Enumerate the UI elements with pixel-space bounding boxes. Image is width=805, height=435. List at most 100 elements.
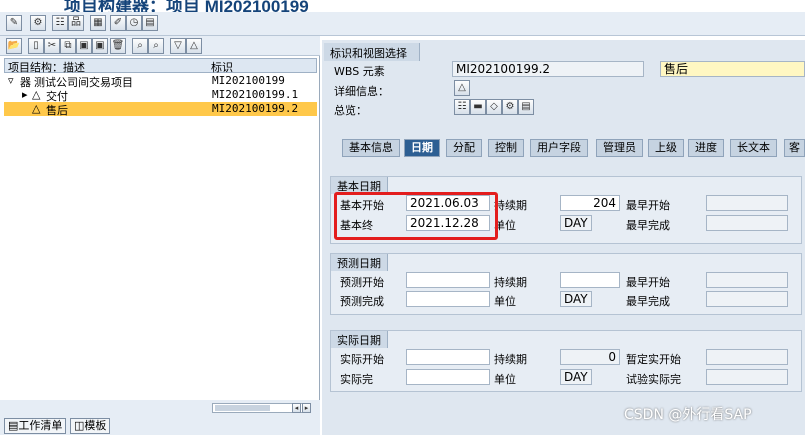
earliest-finish-label: 最早完成 bbox=[626, 295, 670, 308]
tab-superior[interactable]: 上级 bbox=[648, 139, 684, 157]
overview-structure-icon[interactable]: ☷ bbox=[454, 99, 470, 115]
scroll-right-icon[interactable]: ▸ bbox=[302, 403, 311, 413]
overview-link-icon[interactable]: ⚙ bbox=[502, 99, 518, 115]
tab-long-text[interactable]: 长文本 bbox=[730, 139, 777, 157]
test-actual-finish-field[interactable] bbox=[706, 369, 788, 385]
application-toolbar: ✎ ⚙ ☷ 品 ▦ ✐ ◷ ▤ bbox=[0, 12, 805, 36]
open-folder-icon[interactable]: 📂 bbox=[6, 38, 22, 54]
tab-dates[interactable]: 日期 bbox=[404, 139, 440, 157]
test-actual-finish-label: 试验实际完 bbox=[626, 373, 681, 386]
overview-activity-icon[interactable]: ▬ bbox=[470, 99, 486, 115]
section-title: 标识和视图选择 bbox=[330, 47, 407, 60]
tab-administration[interactable]: 管理员 bbox=[596, 139, 643, 157]
overview-label: 总览： bbox=[334, 104, 367, 117]
tab-worklist[interactable]: ▤工作清单 bbox=[4, 418, 67, 434]
tab-basic-info[interactable]: 基本信息 bbox=[342, 139, 400, 157]
tree-row-aftersales-selected[interactable]: △ 售后 MI202100199.2 bbox=[4, 102, 317, 117]
paste-icon[interactable]: ▣ bbox=[76, 38, 92, 54]
forecast-earliest-finish-field[interactable] bbox=[706, 291, 788, 307]
duration-label: 持续期 bbox=[494, 353, 527, 366]
hierarchy-icon[interactable]: 品 bbox=[68, 15, 84, 31]
tree-header: 项目结构：描述 标识 bbox=[4, 58, 317, 74]
tree-scroll-area: ◂ ▸ bbox=[0, 400, 320, 420]
title-bar: 项目构建器：项目 MI202100199 bbox=[0, 0, 805, 12]
paste-insert-icon[interactable]: ▣ bbox=[92, 38, 108, 54]
cut-icon[interactable]: ✂ bbox=[44, 38, 60, 54]
overview-doc-icon[interactable]: ▤ bbox=[518, 99, 534, 115]
duration-label: 持续期 bbox=[494, 276, 527, 289]
unit-field[interactable]: DAY bbox=[560, 215, 592, 231]
tab-user-fields[interactable]: 用户字段 bbox=[530, 139, 588, 157]
tree-row-label: 售后 bbox=[46, 104, 68, 117]
overview-milestone-icon[interactable]: ◇ bbox=[486, 99, 502, 115]
wbs-label: WBS 元素 bbox=[334, 65, 385, 78]
forecast-start-field[interactable] bbox=[406, 272, 490, 288]
grid-icon[interactable]: ▦ bbox=[90, 15, 106, 31]
wbs-triangle-icon[interactable]: △ bbox=[454, 80, 470, 96]
new-document-icon[interactable]: ▯ bbox=[28, 38, 44, 54]
group-title: 预测日期 bbox=[331, 254, 388, 271]
edit-icon[interactable]: ✐ bbox=[110, 15, 126, 31]
earliest-start-label: 最早开始 bbox=[626, 199, 670, 212]
horizontal-scrollbar[interactable] bbox=[212, 403, 304, 413]
wbs-triangle-icon: △ bbox=[32, 102, 41, 115]
tab-control[interactable]: 控制 bbox=[488, 139, 524, 157]
forecast-end-label: 预测完成 bbox=[340, 295, 384, 308]
tab-assignment[interactable]: 分配 bbox=[446, 139, 482, 157]
expand-arrow-icon[interactable]: ▿ bbox=[8, 74, 14, 87]
tree-toolbar: 📂 ▯ ✂ ⧉ ▣ ▣ 🗑 ⌕ ⌕ ▽ △ bbox=[0, 36, 320, 56]
tree-row-id: MI202100199 bbox=[212, 74, 285, 87]
forecast-unit-field[interactable]: DAY bbox=[560, 291, 592, 307]
scroll-left-icon[interactable]: ◂ bbox=[292, 403, 301, 413]
earliest-finish-field[interactable] bbox=[706, 215, 788, 231]
duration-label: 持续期 bbox=[494, 199, 527, 212]
wbs-description-field[interactable]: 售后 bbox=[660, 61, 805, 77]
other-object-icon[interactable]: ⚙ bbox=[30, 15, 46, 31]
watermark-text: CSDN @外行看SAP bbox=[624, 407, 752, 423]
duration-field[interactable]: 204 bbox=[560, 195, 620, 211]
template-icon: ◫ bbox=[74, 419, 85, 432]
earliest-start-field[interactable] bbox=[706, 195, 788, 211]
section-header: 标识和视图选择 bbox=[324, 43, 420, 61]
expand-icon[interactable]: △ bbox=[186, 38, 202, 54]
forecast-duration-field[interactable] bbox=[560, 272, 620, 288]
tree-row-id: MI202100199.2 bbox=[212, 102, 299, 115]
collapse-icon[interactable]: ▽ bbox=[170, 38, 186, 54]
list-icon[interactable]: ▤ bbox=[142, 15, 158, 31]
unit-label: 单位 bbox=[494, 295, 516, 308]
tab-template[interactable]: ◫模板 bbox=[70, 418, 111, 434]
actual-end-field[interactable] bbox=[406, 369, 490, 385]
page-title: 项目构建器：项目 MI202100199 bbox=[64, 0, 309, 12]
tree-header-desc: 项目结构：描述 bbox=[8, 61, 85, 74]
tab-progress[interactable]: 进度 bbox=[688, 139, 724, 157]
actual-start-field[interactable] bbox=[406, 349, 490, 365]
wbs-element-field[interactable]: MI202100199.2 bbox=[452, 61, 644, 77]
copy-icon[interactable]: ⧉ bbox=[60, 38, 76, 54]
tentative-start-field[interactable] bbox=[706, 349, 788, 365]
detail-label: 详细信息： bbox=[334, 85, 389, 98]
actual-duration-field[interactable]: 0 bbox=[560, 349, 620, 365]
worklist-icon: ▤ bbox=[8, 419, 19, 432]
tab-more[interactable]: 客 bbox=[784, 139, 805, 157]
forecast-earliest-start-field[interactable] bbox=[706, 272, 788, 288]
tentative-start-label: 暂定实开始 bbox=[626, 353, 681, 366]
delete-icon[interactable]: 🗑 bbox=[110, 38, 126, 54]
unit-label: 单位 bbox=[494, 373, 516, 386]
clock-icon[interactable]: ◷ bbox=[126, 15, 142, 31]
forecast-end-field[interactable] bbox=[406, 291, 490, 307]
actual-end-label: 实际完 bbox=[340, 373, 373, 386]
tree-row-project[interactable]: ▿ 器 测试公司间交易项目 MI202100199 bbox=[4, 74, 317, 89]
wbs-triangle-icon: △ bbox=[32, 88, 41, 101]
collapse-arrow-icon[interactable]: ▸ bbox=[22, 88, 28, 101]
tree-header-id: 标识 bbox=[211, 61, 233, 74]
find-next-icon[interactable]: ⌕ bbox=[148, 38, 164, 54]
scrollbar-thumb[interactable] bbox=[215, 405, 270, 411]
find-icon[interactable]: ⌕ bbox=[132, 38, 148, 54]
tree-row-id: MI202100199.1 bbox=[212, 88, 299, 101]
display-change-icon[interactable]: ✎ bbox=[6, 15, 22, 31]
actual-unit-field[interactable]: DAY bbox=[560, 369, 592, 385]
tree-row-delivery[interactable]: ▸ △ 交付 MI202100199.1 bbox=[4, 88, 317, 103]
group-title: 实际日期 bbox=[331, 331, 388, 348]
structure-icon[interactable]: ☷ bbox=[52, 15, 68, 31]
bottom-tab-bar: ▤工作清单 ◫模板 bbox=[0, 418, 320, 435]
